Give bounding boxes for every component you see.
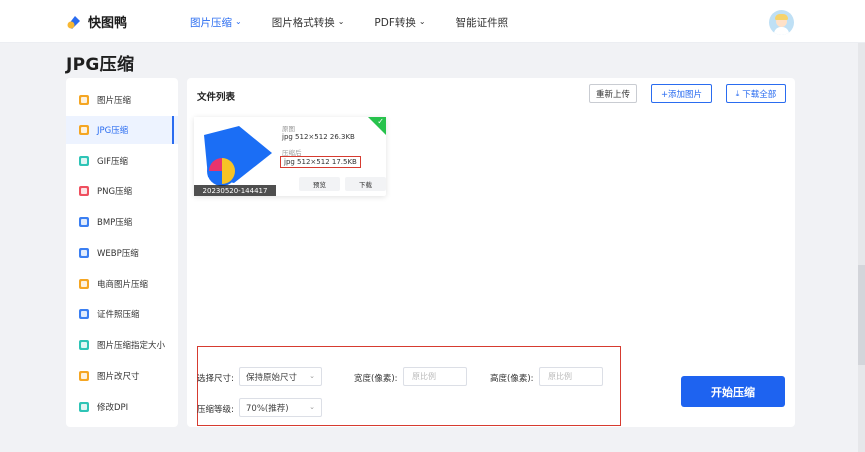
sidebar-item-image-compress[interactable]: 图片压缩: [66, 86, 178, 114]
logo-text: 快图鸭: [88, 16, 128, 31]
resize-icon: [79, 371, 89, 381]
sidebar-item-label: 电商图片压缩: [97, 280, 149, 290]
webp-icon: [79, 248, 89, 258]
sidebar-item-ecommerce-compress[interactable]: 电商图片压缩: [66, 270, 178, 298]
gif-icon: [79, 156, 89, 166]
sidebar-item-png-compress[interactable]: PNG压缩: [66, 177, 178, 205]
level-label: 压缩等级:: [197, 405, 234, 415]
file-thumbnail[interactable]: 20230520-144417: [194, 117, 276, 196]
sidebar-item-label: 图片压缩: [97, 96, 132, 106]
chevron-down-icon: ⌄: [235, 17, 242, 26]
width-label: 宽度(像素):: [354, 374, 398, 384]
sidebar-item-label: GIF压缩: [97, 157, 128, 167]
ecommerce-icon: [79, 279, 89, 289]
dpi-icon: [79, 402, 89, 412]
sidebar-item-webp-compress[interactable]: WEBP压缩: [66, 239, 178, 267]
size-label: 选择尺寸:: [197, 374, 234, 384]
add-image-button[interactable]: +添加图片: [651, 84, 712, 103]
sidebar-item-label: 图片压缩指定大小: [97, 341, 166, 351]
avatar[interactable]: [769, 10, 794, 35]
sidebar-item-modify-dpi[interactable]: 修改DPI: [66, 393, 178, 421]
height-input[interactable]: 原比例: [539, 367, 603, 386]
nav-item-id-photo[interactable]: 智能证件照: [456, 15, 509, 30]
file-list-title: 文件列表: [197, 92, 236, 103]
compress-size-icon: [79, 340, 89, 350]
sidebar-item-label: 证件照压缩: [97, 310, 140, 320]
id-photo-icon: [79, 309, 89, 319]
top-nav-bar: 快图鸭 图片压缩 ⌄ 图片格式转换 ⌄ PDF转换 ⌄ 智能证件照: [0, 0, 865, 43]
check-icon: ✓: [377, 117, 384, 126]
sidebar-item-jpg-compress[interactable]: JPG压缩: [66, 116, 178, 144]
page-title: JPG压缩: [66, 55, 135, 75]
sidebar-item-label: PNG压缩: [97, 187, 133, 197]
scrollbar-thumb[interactable]: [858, 265, 865, 365]
download-all-button[interactable]: ⤓ 下载全部: [726, 84, 786, 103]
compressed-info: jpg 512×512 17.5KB: [280, 156, 361, 168]
main-nav: 图片压缩 ⌄ 图片格式转换 ⌄ PDF转换 ⌄ 智能证件照: [190, 15, 538, 30]
main-panel: 文件列表 重新上传 +添加图片 ⤓ 下载全部 20230520-144417 原图…: [187, 78, 795, 427]
chevron-down-icon: ⌄: [309, 403, 315, 411]
nav-item-label: PDF转换: [374, 17, 416, 29]
original-label: 原图: [282, 125, 295, 133]
width-input[interactable]: 原比例: [403, 367, 467, 386]
level-select[interactable]: 70%(推荐) ⌄: [239, 398, 322, 417]
nav-item-label: 智能证件照: [455, 17, 509, 29]
download-all-label: 下载全部: [742, 89, 777, 100]
sidebar: 图片压缩 JPG压缩 GIF压缩 PNG压缩 BMP压缩 WEBP压缩 电商图片…: [66, 78, 178, 427]
size-select-value: 保持原始尺寸: [246, 372, 298, 383]
chevron-down-icon: ⌄: [337, 17, 345, 26]
size-select[interactable]: 保持原始尺寸 ⌄: [239, 367, 322, 386]
preview-button[interactable]: 预览: [299, 177, 340, 191]
logo-icon: [67, 15, 80, 29]
nav-item-label: 图片压缩: [190, 17, 232, 29]
jpg-icon: [79, 125, 89, 135]
nav-item-label: 图片格式转换: [271, 17, 335, 29]
sidebar-item-label: JPG压缩: [97, 126, 129, 136]
png-icon: [79, 186, 89, 196]
reupload-button[interactable]: 重新上传: [589, 84, 637, 103]
nav-item-image-compress[interactable]: 图片压缩 ⌄: [190, 15, 242, 30]
chevron-down-icon: ⌄: [418, 17, 426, 26]
nav-item-pdf-convert[interactable]: PDF转换 ⌄: [374, 15, 425, 30]
sidebar-item-label: 图片改尺寸: [97, 372, 140, 382]
sidebar-item-label: WEBP压缩: [97, 249, 139, 259]
image-compress-icon: [79, 95, 89, 105]
download-button[interactable]: 下载: [345, 177, 386, 191]
sidebar-item-bmp-compress[interactable]: BMP压缩: [66, 208, 178, 236]
file-name-caption: 20230520-144417: [194, 185, 276, 196]
nav-item-format-convert[interactable]: 图片格式转换 ⌄: [272, 15, 345, 30]
original-info: jpg 512×512 26.3KB: [282, 133, 355, 141]
sidebar-item-gif-compress[interactable]: GIF压缩: [66, 147, 178, 175]
sidebar-item-compress-to-size[interactable]: 图片压缩指定大小: [66, 331, 178, 359]
start-compress-button[interactable]: 开始压缩: [681, 376, 785, 407]
sidebar-item-label: BMP压缩: [97, 218, 133, 228]
logo[interactable]: 快图鸭: [66, 12, 127, 31]
bmp-icon: [79, 217, 89, 227]
height-label: 高度(像素):: [490, 374, 534, 384]
chevron-down-icon: ⌄: [309, 372, 315, 380]
sidebar-item-resize[interactable]: 图片改尺寸: [66, 362, 178, 390]
file-card: 20230520-144417 原图 jpg 512×512 26.3KB 压缩…: [194, 117, 386, 196]
sidebar-item-id-photo-compress[interactable]: 证件照压缩: [66, 300, 178, 328]
scrollbar-track[interactable]: [858, 43, 865, 452]
download-icon: ⤓: [735, 88, 740, 98]
level-select-value: 70%(推荐): [246, 403, 289, 414]
sidebar-item-label: 修改DPI: [97, 403, 129, 413]
